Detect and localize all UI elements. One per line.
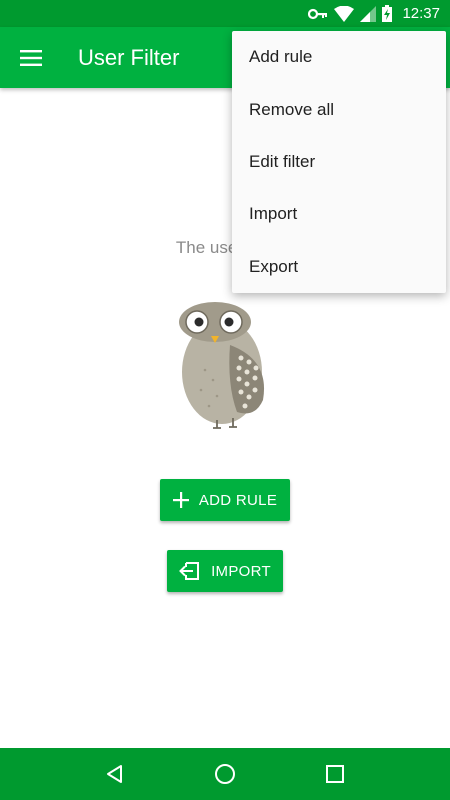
home-icon (215, 764, 235, 784)
back-icon (107, 765, 122, 783)
recents-button[interactable] (315, 754, 355, 794)
import-label: IMPORT (211, 562, 271, 580)
status-time: 12:37 (402, 5, 440, 22)
menu-item-import[interactable]: Import (232, 188, 446, 240)
cell-signal-icon (360, 5, 377, 22)
hamburger-menu-icon (20, 49, 42, 66)
wifi-icon (334, 5, 355, 22)
add-rule-label: ADD RULE (198, 491, 278, 509)
menu-item-export[interactable]: Export (232, 241, 446, 293)
home-button[interactable] (205, 754, 245, 794)
import-button[interactable]: IMPORT (167, 550, 283, 592)
recents-icon (326, 765, 344, 783)
plus-icon (172, 492, 189, 508)
vpn-key-icon (308, 8, 328, 19)
navigation-bar (0, 748, 450, 800)
battery-charging-icon (382, 5, 393, 22)
status-bar: 12:37 (0, 0, 450, 27)
menu-item-remove-all[interactable]: Remove all (232, 83, 446, 135)
hamburger-menu-button[interactable] (0, 27, 62, 88)
overflow-menu: Add rule Remove all Edit filter Import E… (232, 31, 446, 293)
add-rule-button[interactable]: ADD RULE (160, 479, 290, 521)
menu-item-edit-filter[interactable]: Edit filter (232, 136, 446, 188)
import-icon (179, 562, 200, 580)
back-button[interactable] (95, 754, 135, 794)
owl-illustration (179, 302, 265, 429)
page-title: User Filter (78, 44, 180, 70)
menu-item-add-rule[interactable]: Add rule (232, 31, 446, 83)
